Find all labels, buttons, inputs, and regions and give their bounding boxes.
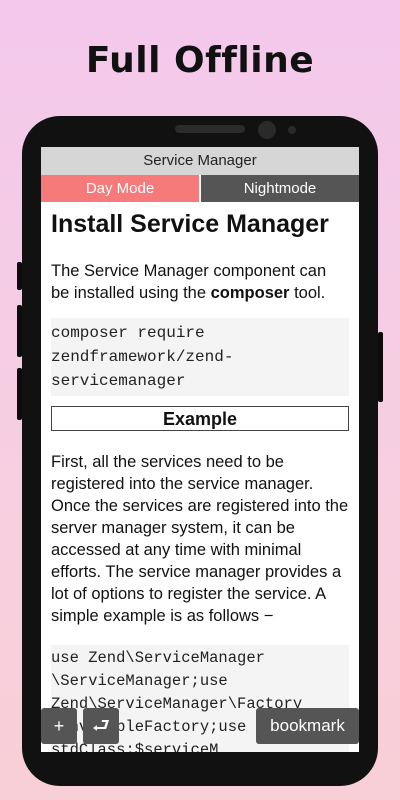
intro-text-post: tool. [289,284,326,302]
intro-text-bold: composer [210,284,290,302]
code-line: zendframework/zend- [51,348,234,366]
code-block-install: composer require zendframework/zend- ser… [51,318,349,396]
example-paragraph: First, all the services need to be regis… [51,453,349,625]
return-icon[interactable]: ⮐ [83,708,119,744]
bookmark-button[interactable]: bookmark [256,708,359,744]
phone-side-button-left [17,262,22,290]
phone-side-button-left-2 [17,305,22,357]
app-screen: Service Manager Day Mode Nightmode Insta… [41,147,359,752]
zoom-in-button[interactable]: + [41,708,77,744]
code-line: \ServiceManager;use [51,672,228,690]
phone-camera [258,121,276,139]
phone-sensor [288,126,296,134]
promo-headline: Full Offline [85,40,315,81]
mode-switcher: Day Mode Nightmode [41,175,359,202]
example-section-header: Example [51,406,349,431]
code-line: composer require [51,324,205,342]
code-line: use Zend\ServiceManager [51,649,265,667]
phone-side-button-right [378,332,383,402]
app-title-bar: Service Manager [41,147,359,175]
intro-paragraph: The Service Manager component can be ins… [51,260,349,304]
phone-side-button-left-3 [17,368,22,420]
article-content[interactable]: Install Service Manager The Service Mana… [41,208,359,752]
article-heading: Install Service Manager [51,210,329,238]
code-line: servicemanager [51,372,186,390]
night-mode-button[interactable]: Nightmode [201,175,359,202]
day-mode-button[interactable]: Day Mode [41,175,199,202]
phone-speaker [175,125,245,133]
